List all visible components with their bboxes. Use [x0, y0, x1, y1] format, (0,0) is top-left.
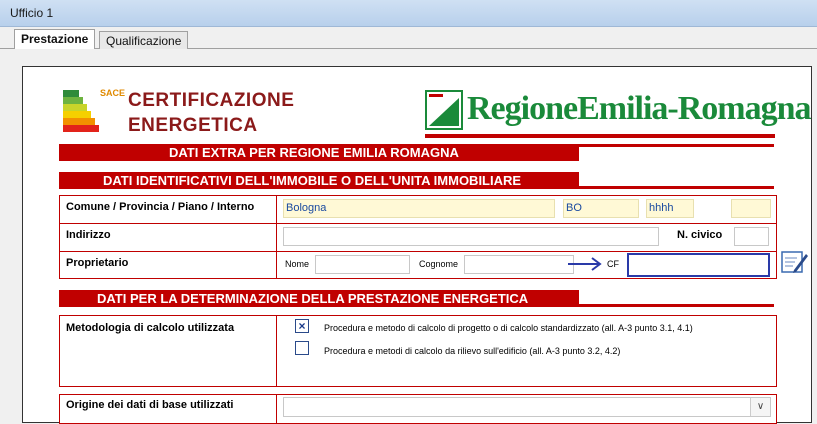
section-prestazione-header: DATI PER LA DETERMINAZIONE DELLA PRESTAZ… — [59, 290, 579, 307]
comune-label: Comune / Provincia / Piano / Interno — [66, 201, 255, 213]
indirizzo-field[interactable] — [283, 227, 659, 246]
section-line — [579, 186, 774, 189]
civico-label: N. civico — [677, 229, 723, 241]
origine-label: Origine dei dati di base utilizzati — [66, 399, 234, 411]
tab-strip: Prestazione Qualificazione — [0, 27, 817, 50]
civico-field[interactable] — [734, 227, 769, 246]
divider — [276, 394, 277, 424]
window-titlebar: Ufficio 1 — [0, 0, 817, 27]
section-prestazione-title: DATI PER LA DETERMINAZIONE DELLA PRESTAZ… — [97, 291, 529, 306]
cognome-label: Cognome — [419, 259, 459, 269]
piano-field[interactable]: hhhh — [646, 199, 694, 218]
option2-label: Procedura e metodi di calcolo da rilievo… — [324, 346, 621, 356]
proprietario-label: Proprietario — [66, 257, 129, 269]
option1-label: Procedura e metodo di calcolo di progett… — [324, 323, 693, 333]
interno-field[interactable] — [731, 199, 771, 218]
cognome-field[interactable] — [464, 255, 574, 274]
provincia-field[interactable]: BO — [563, 199, 639, 218]
sace-logo-text: SACE — [100, 88, 125, 99]
region-underline — [425, 134, 775, 138]
codice-fiscale-field[interactable] — [627, 253, 770, 277]
nome-label: Nome — [285, 259, 310, 269]
certificazione-title: CERTIFICAZIONE ENERGETICA — [128, 88, 294, 138]
regione-logo: RegioneEmilia-Romagna — [425, 90, 812, 138]
section-extra-header: DATI EXTRA PER REGIONE EMILIA ROMAGNA — [59, 144, 579, 161]
section-line — [579, 144, 774, 147]
title-line2: ENERGETICA — [128, 115, 258, 136]
comune-field[interactable]: Bologna — [283, 199, 555, 218]
divider — [276, 195, 277, 279]
tab-prestazione[interactable]: Prestazione — [14, 29, 96, 50]
cf-label: CF — [607, 259, 619, 269]
option1-checkbox[interactable]: × — [295, 319, 309, 333]
nome-field[interactable] — [315, 255, 410, 274]
indirizzo-label: Indirizzo — [66, 229, 111, 241]
origine-dropdown[interactable]: ∨ — [283, 397, 771, 417]
divider — [276, 315, 277, 387]
edit-form-icon[interactable] — [781, 249, 809, 275]
tab-qualificazione[interactable]: Qualificazione — [99, 31, 189, 49]
region-flag-icon — [425, 90, 463, 130]
window-title: Ufficio 1 — [10, 6, 54, 20]
option2-checkbox[interactable] — [295, 341, 309, 355]
section-identificativi-title: DATI IDENTIFICATIVI DELL'IMMOBILE O DELL… — [103, 173, 522, 188]
divider — [59, 223, 777, 224]
section-line — [579, 304, 774, 307]
title-line1: CERTIFICAZIONE — [128, 90, 295, 111]
arrow-right-icon — [568, 257, 602, 271]
section-extra-title: DATI EXTRA PER REGIONE EMILIA ROMAGNA — [169, 145, 459, 160]
energy-bars-logo — [63, 90, 99, 136]
region-name: RegioneEmilia-Romagna — [467, 90, 812, 127]
metodologia-label: Metodologia di calcolo utilizzata — [66, 322, 235, 334]
divider — [59, 251, 777, 252]
section-identificativi-header: DATI IDENTIFICATIVI DELL'IMMOBILE O DELL… — [59, 172, 579, 189]
chevron-down-icon[interactable]: ∨ — [750, 398, 770, 416]
